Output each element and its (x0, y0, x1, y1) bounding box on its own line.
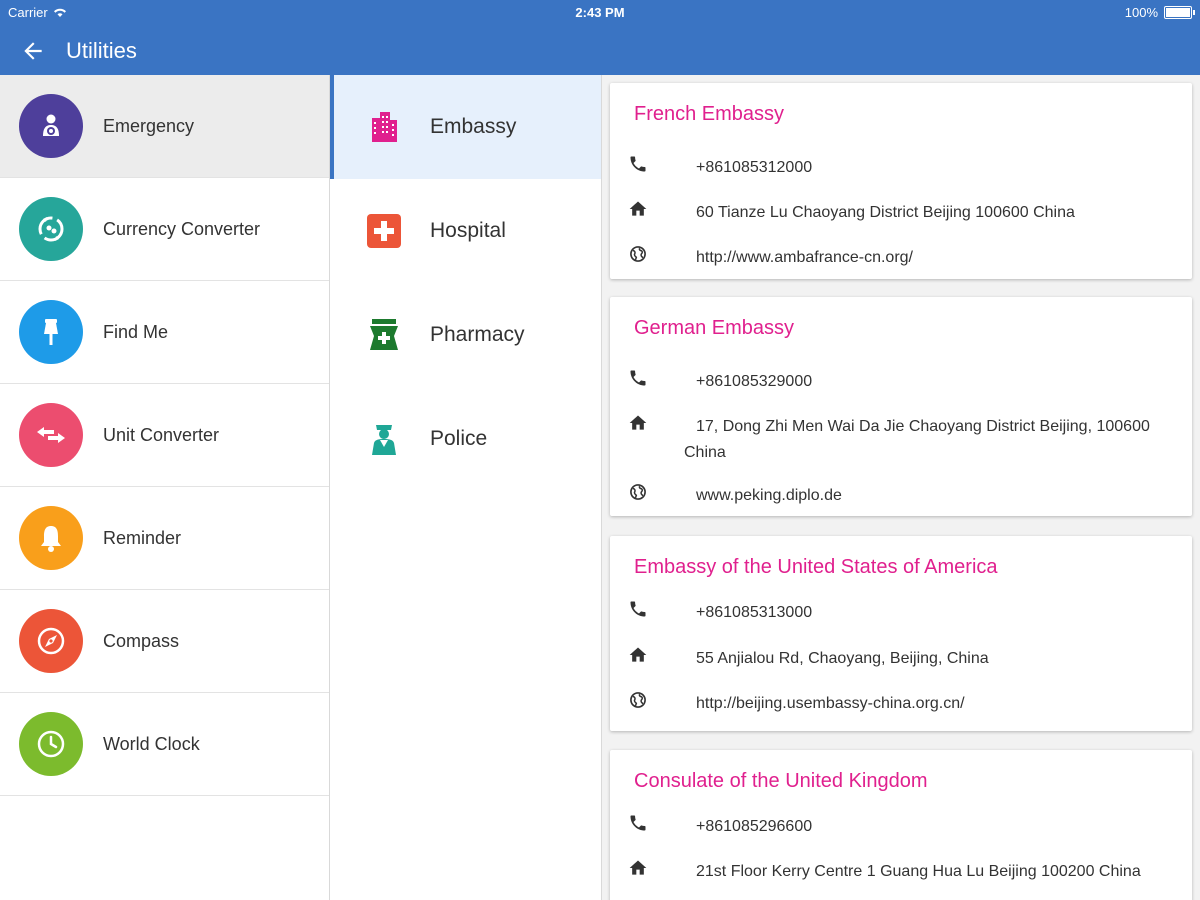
subcategory-item-pharmacy[interactable]: Pharmacy (330, 283, 601, 387)
category-label: Reminder (103, 527, 182, 548)
category-item-currency-converter[interactable]: Currency Converter (0, 178, 329, 281)
phone-number: +861085313000 (696, 604, 813, 621)
emergency-icon (19, 94, 83, 158)
category-label: Compass (103, 630, 180, 651)
home-icon (627, 857, 649, 879)
subcategory-label: Embassy (430, 115, 517, 138)
page-title: Utilities (66, 37, 137, 63)
phone-icon (627, 598, 649, 620)
clock-icon (19, 712, 83, 776)
phone-number: +861085296600 (696, 818, 813, 835)
subcategory-item-police[interactable]: Police (330, 387, 601, 491)
battery-icon (1164, 6, 1195, 19)
embassy-card[interactable]: German Embassy +861085329000 17, Dong Zh… (610, 297, 1192, 516)
back-button[interactable] (18, 36, 48, 66)
swap-arrows-icon (19, 403, 83, 467)
globe-icon (627, 481, 649, 503)
arrow-left-icon (24, 41, 42, 60)
battery-percent: 100% (1124, 5, 1158, 20)
website-link[interactable]: http://beijing.usembassy-china.org.cn/ (696, 691, 1176, 717)
currency-icon (19, 197, 83, 261)
website-link[interactable]: http://www.ambafrance-cn.org/ (696, 245, 1176, 271)
embassy-list: French Embassy +861085312000 60 Tianze L… (602, 75, 1200, 900)
subcategory-label: Pharmacy (430, 323, 525, 346)
globe-icon (627, 243, 649, 265)
category-label: World Clock (103, 733, 200, 754)
website-link[interactable]: www.peking.diplo.de (696, 483, 1176, 509)
category-label: Currency Converter (103, 218, 261, 239)
home-icon (627, 644, 649, 666)
category-label: Unit Converter (103, 424, 220, 445)
subcategory-item-hospital[interactable]: Hospital (330, 179, 601, 283)
category-item-emergency[interactable]: Emergency (0, 75, 329, 178)
address-text: 55 Anjialou Rd, Chaoyang, Beijing, China (696, 650, 989, 667)
status-bar: Carrier 2:43 PM 100% (0, 0, 1200, 26)
subcategory-label: Hospital (430, 219, 506, 242)
embassy-card[interactable]: French Embassy +861085312000 60 Tianze L… (610, 83, 1192, 279)
building-icon (364, 107, 404, 147)
emergency-subcategory-list: Embassy Hospital Pharmacy Police (330, 75, 602, 900)
phone-icon (627, 812, 649, 834)
category-item-compass[interactable]: Compass (0, 590, 329, 693)
hospital-cross-icon (364, 211, 404, 251)
category-item-world-clock[interactable]: World Clock (0, 693, 329, 796)
bell-icon (19, 506, 83, 570)
police-icon (364, 419, 404, 459)
phone-icon (627, 367, 649, 389)
category-item-find-me[interactable]: Find Me (0, 281, 329, 384)
category-item-reminder[interactable]: Reminder (0, 487, 329, 590)
embassy-name: French Embassy (634, 103, 785, 125)
embassy-name: German Embassy (634, 317, 795, 339)
pharmacy-icon (364, 315, 404, 355)
embassy-card[interactable]: Consulate of the United Kingdom +8610852… (610, 750, 1192, 900)
address-text: 17, Dong Zhi Men Wai Da Jie Chaoyang Dis… (684, 418, 1150, 461)
category-label: Emergency (103, 115, 195, 136)
home-icon (627, 412, 649, 434)
address-text: 21st Floor Kerry Centre 1 Guang Hua Lu B… (696, 863, 1141, 880)
address-text: 60 Tianze Lu Chaoyang District Beijing 1… (696, 204, 1075, 221)
category-item-unit-converter[interactable]: Unit Converter (0, 384, 329, 487)
pin-icon (19, 300, 83, 364)
category-label: Find Me (103, 321, 169, 342)
subcategory-item-embassy[interactable]: Embassy (330, 75, 601, 179)
battery-indicator: 100% (1124, 5, 1195, 20)
category-list: Emergency Currency Converter Find Me Uni… (0, 75, 330, 900)
embassy-name: Embassy of the United States of America (634, 556, 998, 578)
home-icon (627, 198, 649, 220)
phone-number: +861085312000 (696, 159, 813, 176)
app-bar: Utilities (0, 26, 1200, 75)
phone-number: +861085329000 (696, 373, 813, 390)
phone-icon (627, 153, 649, 175)
embassy-card[interactable]: Embassy of the United States of America … (610, 536, 1192, 731)
globe-icon (627, 689, 649, 711)
subcategory-label: Police (430, 427, 488, 450)
embassy-name: Consulate of the United Kingdom (634, 770, 928, 792)
compass-icon (19, 609, 83, 673)
status-time: 2:43 PM (575, 5, 625, 20)
